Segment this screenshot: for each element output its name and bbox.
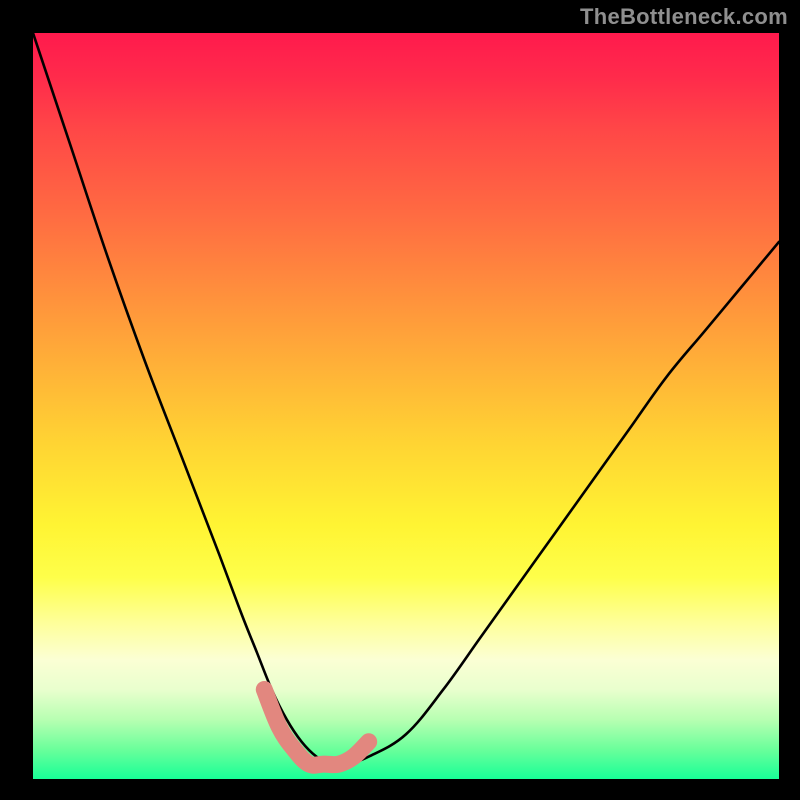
- watermark-label: TheBottleneck.com: [580, 4, 788, 30]
- optimal-zone-marker: [264, 689, 368, 765]
- bottleneck-curve: [33, 33, 779, 765]
- curve-layer: [33, 33, 779, 779]
- chart-frame: TheBottleneck.com: [0, 0, 800, 800]
- plot-area: [33, 33, 779, 779]
